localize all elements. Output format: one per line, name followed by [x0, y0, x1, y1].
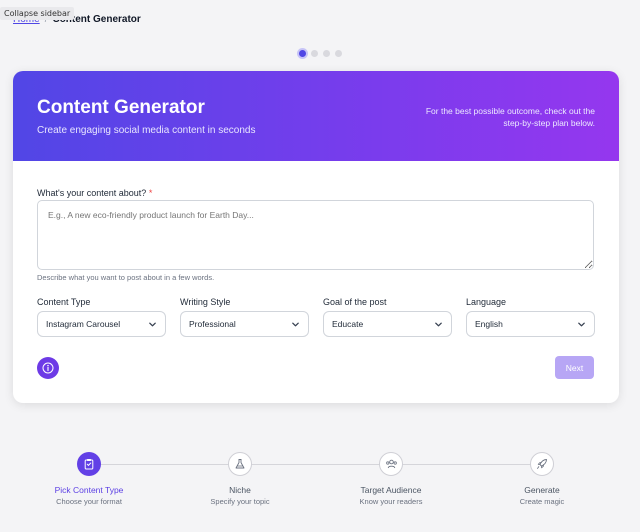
content-type-select[interactable]: Instagram Carousel [37, 311, 166, 337]
language-label: Language [466, 297, 507, 307]
hero-note: For the best possible outcome, check out… [425, 106, 595, 128]
clipboard-icon [84, 459, 94, 470]
rocket-icon [537, 459, 547, 469]
step-title: Generate [524, 485, 560, 495]
carousel-dots [0, 50, 640, 57]
next-button[interactable]: Next [555, 356, 594, 379]
carousel-dot-4[interactable] [334, 50, 342, 57]
info-button[interactable] [37, 357, 59, 379]
content-type-label: Content Type [37, 297, 91, 307]
step-target-audience[interactable]: Target Audience Know your readers [331, 452, 451, 506]
step-title: Target Audience [360, 485, 422, 495]
step-circle [228, 452, 252, 476]
chevron-down-icon [435, 322, 442, 326]
step-niche[interactable]: Niche Specify your topic [180, 452, 300, 506]
language-value: English [475, 319, 503, 329]
post-goal-select[interactable]: Educate [323, 311, 452, 337]
chevron-down-icon [149, 322, 156, 326]
content-topic-label: What's your content about? * [37, 188, 152, 198]
step-pick-content-type[interactable]: Pick Content Type Choose your format [29, 452, 149, 506]
hero-subtitle: Create engaging social media content in … [37, 125, 256, 136]
step-title: Pick Content Type [54, 485, 124, 495]
required-mark: * [148, 188, 153, 198]
content-generator-card: Content Generator Create engaging social… [13, 71, 619, 403]
hero-banner: Content Generator Create engaging social… [13, 71, 619, 161]
content-topic-label-text: What's your content about? [37, 188, 147, 198]
carousel-dot-3[interactable] [322, 50, 330, 57]
content-type-value: Instagram Carousel [46, 319, 121, 329]
chevron-down-icon [292, 322, 299, 326]
step-circle [379, 452, 403, 476]
step-subtitle: Choose your format [56, 497, 122, 506]
step-connector-line [89, 464, 542, 465]
writing-style-label: Writing Style [180, 297, 231, 307]
step-circle [530, 452, 554, 476]
users-icon [385, 459, 397, 469]
flask-icon [235, 459, 245, 469]
writing-style-value: Professional [189, 319, 236, 329]
post-goal-label: Goal of the post [323, 297, 387, 307]
step-progress: Pick Content Type Choose your format Nic… [0, 452, 640, 522]
step-subtitle: Know your readers [359, 497, 423, 506]
hero-title: Content Generator [37, 97, 205, 118]
info-icon [42, 362, 54, 374]
step-title: Niche [229, 485, 251, 495]
carousel-dot-2[interactable] [310, 50, 318, 57]
post-goal-value: Educate [332, 319, 364, 329]
carousel-dot-1[interactable] [298, 50, 306, 57]
collapse-sidebar-tooltip: Collapse sidebar [0, 7, 75, 20]
chevron-down-icon [578, 322, 585, 326]
step-subtitle: Specify your topic [210, 497, 270, 506]
content-topic-help: Describe what you want to post about in … [37, 273, 215, 282]
step-generate[interactable]: Generate Create magic [482, 452, 602, 506]
language-select[interactable]: English [466, 311, 595, 337]
writing-style-select[interactable]: Professional [180, 311, 309, 337]
content-topic-input[interactable] [37, 200, 594, 270]
step-subtitle: Create magic [519, 497, 565, 506]
step-circle [77, 452, 101, 476]
